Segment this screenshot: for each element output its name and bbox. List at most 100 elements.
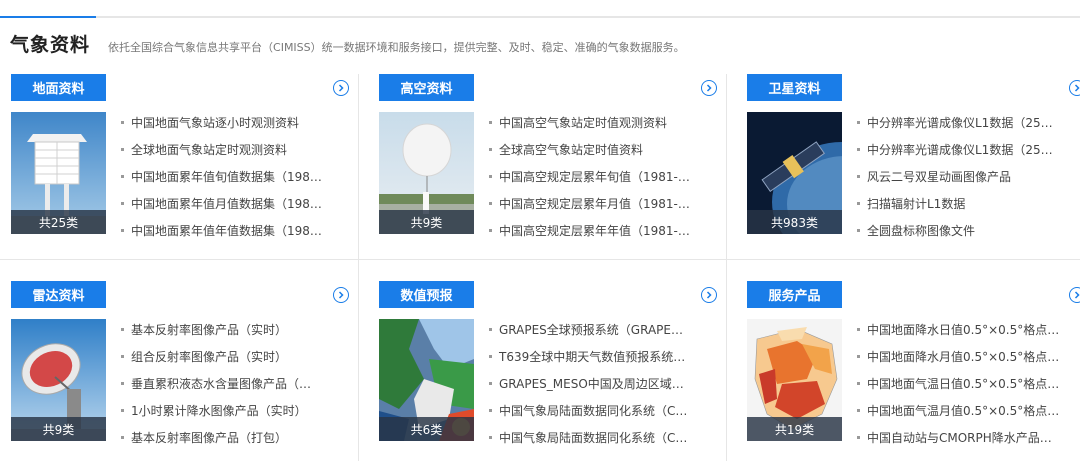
list-item[interactable]: 中国高空气象站定时值观测资料 xyxy=(489,110,715,137)
list-item-label: 中国气象局陆面数据同化系统（C… xyxy=(499,431,688,445)
list-item-label: T639全球中期天气数值预报系统… xyxy=(499,350,686,364)
bullet-icon xyxy=(121,382,124,385)
list-item[interactable]: 风云二号双星动画图像产品 xyxy=(857,164,1080,191)
chevron-right-circle-icon[interactable] xyxy=(1069,287,1080,303)
bullet-icon xyxy=(857,328,860,331)
list-item[interactable]: 全球高空气象站定时值资料 xyxy=(489,137,715,164)
list-item[interactable]: 中国地面累年值月值数据集（198… xyxy=(121,191,347,218)
bullet-icon xyxy=(857,121,860,124)
list-item-label: 1小时累计降水图像产品（实时） xyxy=(131,404,307,418)
count-badge: 共9类 xyxy=(11,417,106,441)
list-item-label: 全球地面气象站定时观测资料 xyxy=(131,143,288,157)
radar-dish-photo[interactable]: 共9类 xyxy=(11,319,106,441)
list-item[interactable]: 中国气象局陆面数据同化系统（C… xyxy=(489,398,715,425)
panel-satellite-data: 卫星资料 共983类 中分辨率光谱成像仪L1数据（25… 中分辨率光谱成像仪L1… xyxy=(747,74,1080,252)
bullet-icon xyxy=(489,436,492,439)
weather-station-photo[interactable]: 共25类 xyxy=(11,112,106,234)
list-item[interactable]: 中国地面气温月值0.5°×0.5°格点… xyxy=(857,398,1080,425)
list-item[interactable]: T639全球中期天气数值预报系统… xyxy=(489,344,715,371)
panel-upper-air-data: 高空资料 共9类 中国高空气象站定时值观测资料 全球高空气象站定时值资料 中国高… xyxy=(379,74,725,252)
column-divider xyxy=(726,74,727,461)
top-accent-bar xyxy=(0,16,96,18)
panel-tag-numerical-forecast[interactable]: 数值预报 xyxy=(379,281,474,308)
chevron-right-circle-icon[interactable] xyxy=(1069,80,1080,96)
panel-surface-data: 地面资料 共25类 中国地面气象站逐小时观测资料 全球地面气象站定时观测资料 中… xyxy=(11,74,357,252)
chevron-right-circle-icon[interactable] xyxy=(701,287,717,303)
list-item[interactable]: 中国地面气象站逐小时观测资料 xyxy=(121,110,347,137)
row-divider xyxy=(0,259,1080,260)
item-list: 中国高空气象站定时值观测资料 全球高空气象站定时值资料 中国高空规定层累年旬值（… xyxy=(489,110,715,245)
panel-tag-surface[interactable]: 地面资料 xyxy=(11,74,106,101)
list-item-label: 中国高空规定层累年年值（1981-… xyxy=(499,224,690,238)
list-item-label: 中国地面累年值年值数据集（198… xyxy=(131,224,322,238)
list-item-label: 中国地面气温日值0.5°×0.5°格点… xyxy=(867,377,1060,391)
bullet-icon xyxy=(489,202,492,205)
list-item[interactable]: 中国地面气温日值0.5°×0.5°格点… xyxy=(857,371,1080,398)
list-item[interactable]: 全圆盘标称图像文件 xyxy=(857,218,1080,245)
bullet-icon xyxy=(121,355,124,358)
bullet-icon xyxy=(121,202,124,205)
forecast-map-image[interactable]: 共6类 xyxy=(379,319,474,441)
list-item[interactable]: GRAPES全球预报系统（GRAPE… xyxy=(489,317,715,344)
list-item[interactable]: 中国自动站与CMORPH降水产品… xyxy=(857,425,1080,452)
list-item[interactable]: 基本反射率图像产品（打包） xyxy=(121,425,347,452)
bullet-icon xyxy=(121,328,124,331)
list-item[interactable]: 组合反射率图像产品（实时） xyxy=(121,344,347,371)
list-item-label: 基本反射率图像产品（打包） xyxy=(131,431,288,445)
list-item[interactable]: 1小时累计降水图像产品（实时） xyxy=(121,398,347,425)
bullet-icon xyxy=(857,355,860,358)
list-item[interactable]: 扫描辐射计L1数据 xyxy=(857,191,1080,218)
list-item[interactable]: 中国地面累年值旬值数据集（198… xyxy=(121,164,347,191)
sounding-balloon-photo[interactable]: 共9类 xyxy=(379,112,474,234)
column-divider xyxy=(358,74,359,461)
bullet-icon xyxy=(857,148,860,151)
count-badge: 共19类 xyxy=(747,417,842,441)
panel-tag-radar[interactable]: 雷达资料 xyxy=(11,281,106,308)
list-item-label: 扫描辐射计L1数据 xyxy=(867,197,966,211)
list-item-label: 中国地面累年值月值数据集（198… xyxy=(131,197,322,211)
bullet-icon xyxy=(121,148,124,151)
chevron-right-circle-icon[interactable] xyxy=(701,80,717,96)
list-item-label: 中国地面累年值旬值数据集（198… xyxy=(131,170,322,184)
bullet-icon xyxy=(857,202,860,205)
list-item-label: 全圆盘标称图像文件 xyxy=(867,224,976,238)
list-item-label: 中分辨率光谱成像仪L1数据（25… xyxy=(867,116,1053,130)
china-precip-map-image[interactable]: 共19类 xyxy=(747,319,842,441)
list-item[interactable]: 中国地面降水月值0.5°×0.5°格点… xyxy=(857,344,1080,371)
list-item-label: 风云二号双星动画图像产品 xyxy=(867,170,1012,184)
list-item[interactable]: GRAPES_MESO中国及周边区域… xyxy=(489,371,715,398)
panel-tag-service-products[interactable]: 服务产品 xyxy=(747,281,842,308)
list-item[interactable]: 基本反射率图像产品（实时） xyxy=(121,317,347,344)
bullet-icon xyxy=(857,175,860,178)
bullet-icon xyxy=(489,175,492,178)
list-item[interactable]: 全球地面气象站定时观测资料 xyxy=(121,137,347,164)
count-badge: 共6类 xyxy=(379,417,474,441)
list-item[interactable]: 中国高空规定层累年月值（1981-… xyxy=(489,191,715,218)
bullet-icon xyxy=(489,121,492,124)
list-item[interactable]: 中国气象局陆面数据同化系统（C… xyxy=(489,425,715,452)
satellite-photo[interactable]: 共983类 xyxy=(747,112,842,234)
bullet-icon xyxy=(489,328,492,331)
item-list: 基本反射率图像产品（实时） 组合反射率图像产品（实时） 垂直累积液态水含量图像产… xyxy=(121,317,347,452)
bullet-icon xyxy=(121,175,124,178)
list-item-label: 中国地面降水日值0.5°×0.5°格点… xyxy=(867,323,1060,337)
list-item[interactable]: 中分辨率光谱成像仪L1数据（25… xyxy=(857,137,1080,164)
list-item[interactable]: 垂直累积液态水含量图像产品（… xyxy=(121,371,347,398)
list-item-label: 中国气象局陆面数据同化系统（C… xyxy=(499,404,688,418)
panel-tag-satellite[interactable]: 卫星资料 xyxy=(747,74,842,101)
list-item[interactable]: 中国高空规定层累年旬值（1981-… xyxy=(489,164,715,191)
list-item-label: 中国自动站与CMORPH降水产品… xyxy=(867,431,1052,445)
page-header: 气象资料 依托全国综合气象信息共享平台（CIMISS）统一数据环境和服务接口，提… xyxy=(10,30,685,58)
panel-tag-upper-air[interactable]: 高空资料 xyxy=(379,74,474,101)
item-list: 中分辨率光谱成像仪L1数据（25… 中分辨率光谱成像仪L1数据（25… 风云二号… xyxy=(857,110,1080,245)
list-item[interactable]: 中国地面累年值年值数据集（198… xyxy=(121,218,347,245)
list-item[interactable]: 中国高空规定层累年年值（1981-… xyxy=(489,218,715,245)
list-item-label: 组合反射率图像产品（实时） xyxy=(131,350,288,364)
chevron-right-circle-icon[interactable] xyxy=(333,287,349,303)
list-item[interactable]: 中分辨率光谱成像仪L1数据（25… xyxy=(857,110,1080,137)
bullet-icon xyxy=(489,409,492,412)
chevron-right-circle-icon[interactable] xyxy=(333,80,349,96)
bullet-icon xyxy=(121,121,124,124)
list-item[interactable]: 中国地面降水日值0.5°×0.5°格点… xyxy=(857,317,1080,344)
panel-radar-data: 雷达资料 共9类 基本反射率图像产品（实时） 组合反射率图像产品（实时） 垂直累… xyxy=(11,281,357,459)
